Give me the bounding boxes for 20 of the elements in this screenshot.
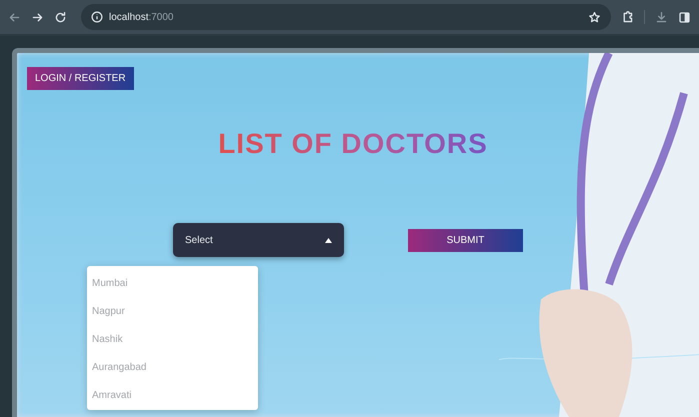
city-option[interactable]: Mumbai xyxy=(87,270,258,298)
city-option[interactable]: Amravati xyxy=(87,382,258,410)
back-icon[interactable] xyxy=(8,10,21,24)
reload-icon[interactable] xyxy=(54,10,67,24)
city-option[interactable]: Nagpur xyxy=(87,298,258,326)
submit-button[interactable]: SUBMIT xyxy=(408,228,523,252)
download-icon[interactable] xyxy=(655,10,668,24)
url-port: :7000 xyxy=(148,12,174,22)
city-option[interactable]: Nashik xyxy=(87,326,258,354)
url-host: localhost xyxy=(109,12,148,22)
puzzle-icon[interactable] xyxy=(621,10,634,24)
caret-icon xyxy=(325,238,332,242)
city-option[interactable]: Aurangabad xyxy=(87,354,258,382)
city-select[interactable]: Select xyxy=(173,223,344,257)
login-register-button[interactable]: LOGIN / REGISTER xyxy=(27,67,134,90)
info-icon[interactable] xyxy=(91,11,103,23)
side-panel-icon[interactable] xyxy=(678,10,691,24)
address-bar[interactable]: localhost:7000 xyxy=(81,4,611,30)
forward-icon[interactable] xyxy=(31,10,44,24)
star-icon[interactable] xyxy=(588,10,601,24)
